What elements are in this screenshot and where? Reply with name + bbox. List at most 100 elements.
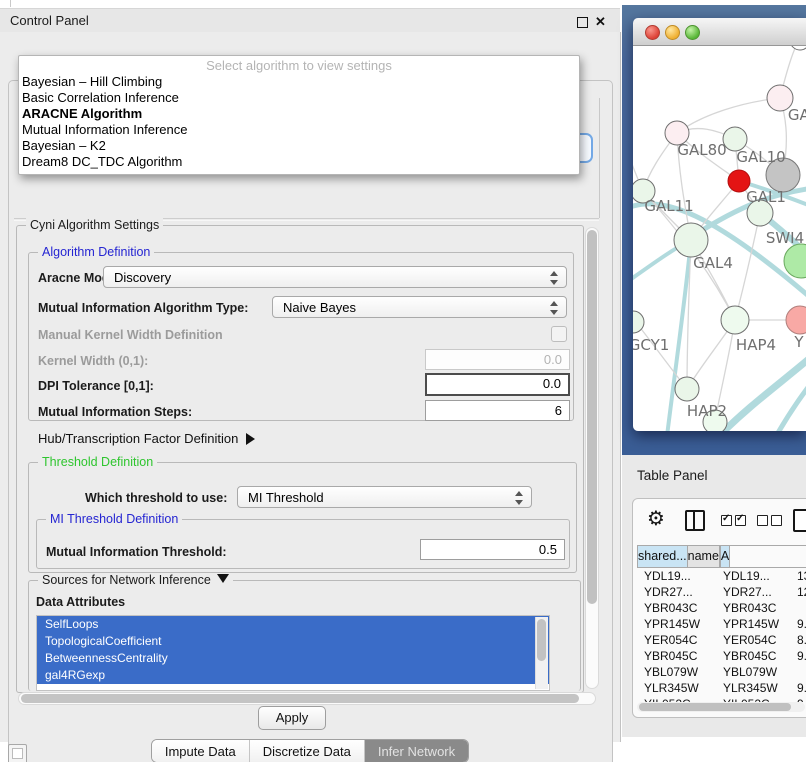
table-row[interactable]: YBL079WYBL079W: [637, 664, 806, 680]
table-header-row: shared... name A: [637, 545, 806, 568]
table-toolbar: ⚙: [633, 499, 806, 541]
mi-algorithm-type-select[interactable]: Naive Bayes: [272, 296, 567, 318]
network-node-label: HAP4: [736, 336, 776, 354]
network-window-titlebar[interactable]: [633, 18, 806, 46]
doc-icon[interactable]: [793, 509, 806, 532]
sources-group-title[interactable]: Sources for Network Inference: [38, 573, 233, 587]
table-row[interactable]: YLR345WYLR345W9.: [637, 680, 806, 696]
mi-threshold-field[interactable]: 0.5: [420, 539, 565, 560]
list-scrollbar[interactable]: [535, 617, 548, 689]
table-row[interactable]: YBR045CYBR045C9.: [637, 648, 806, 664]
network-node-label: GCY1: [633, 336, 669, 354]
manual-kernel-checkbox[interactable]: [551, 326, 567, 342]
dropdown-item[interactable]: Dream8 DC_TDC Algorithm: [19, 154, 582, 170]
hub-section-toggle[interactable]: Hub/Transcription Factor Definition: [38, 431, 255, 446]
float-panel-icon[interactable]: [577, 17, 588, 28]
table-body: YDL19...YDL19...13 YDR27...YDR27...12 YB…: [637, 568, 806, 702]
bottom-tabbar: Impute Data Discretize Data Infer Networ…: [0, 739, 620, 762]
spinner-icon: [515, 490, 524, 506]
mi-steps-label: Mutual Information Steps:: [38, 405, 192, 419]
table-header-cell[interactable]: shared...: [637, 546, 688, 567]
table-row[interactable]: YPR145WYPR145W9.: [637, 616, 806, 632]
control-panel-header: Control Panel ✕: [0, 8, 620, 33]
mi-threshold-label: Mutual Information Threshold:: [46, 545, 227, 559]
dropdown-item-selected[interactable]: ARACNE Algorithm: [19, 106, 582, 122]
table-row[interactable]: YDR27...YDR27...12: [637, 584, 806, 600]
expand-arrow-icon: [246, 433, 255, 445]
which-threshold-select[interactable]: MI Threshold: [237, 486, 532, 508]
dpi-tolerance-label: DPI Tolerance [0,1]:: [38, 379, 154, 393]
dropdown-item[interactable]: Mutual Information Inference: [19, 122, 582, 138]
network-node-label: Y: [793, 333, 804, 351]
group-title: Threshold Definition: [38, 455, 157, 469]
apply-button[interactable]: Apply: [258, 706, 326, 730]
settings-vscrollbar[interactable]: [585, 227, 599, 689]
network-node-gal4[interactable]: [674, 223, 708, 257]
spinner-icon: [550, 300, 559, 316]
table-header-cell[interactable]: name: [688, 546, 720, 567]
group-title: Algorithm Definition: [38, 245, 154, 259]
select-all-icon[interactable]: [721, 515, 746, 526]
network-node[interactable]: [790, 46, 806, 50]
bottom-tab-discretize-data[interactable]: Discretize Data: [249, 740, 364, 762]
list-item[interactable]: gal4RGexp: [37, 667, 549, 684]
network-node-label: GAL80: [677, 141, 726, 159]
panel-corner-icon[interactable]: [8, 744, 27, 762]
node-table: shared... name A YDL19...YDL19...13 YDR2…: [637, 545, 806, 702]
table-header-cell[interactable]: A: [720, 546, 730, 567]
table-row[interactable]: YBR043CYBR043C: [637, 600, 806, 616]
list-item[interactable]: TopologicalCoefficient: [37, 633, 549, 650]
network-node-hap2[interactable]: [675, 377, 699, 401]
network-node-label: SWI4: [766, 229, 804, 247]
list-item[interactable]: SelfLoops: [37, 616, 549, 633]
kernel-width-field[interactable]: 0.0: [425, 349, 570, 370]
list-item[interactable]: BetweennessCentrality: [37, 650, 549, 667]
scrollbar-thumb[interactable]: [21, 694, 579, 703]
scrollbar-thumb[interactable]: [587, 230, 597, 604]
table-panel: ⚙ shared... name A YDL19...YDL19...13 YD…: [632, 498, 806, 718]
which-threshold-label: Which threshold to use:: [85, 491, 227, 505]
network-window[interactable]: GAL GAL80 GAL10 GAL1 GAL11 SWI4 GAL4 GCY…: [633, 18, 806, 431]
network-node-label: HAP2: [687, 402, 727, 420]
spinner-icon: [550, 270, 559, 286]
network-node-label: GAL1: [746, 188, 786, 206]
traffic-light-zoom-icon[interactable]: [685, 25, 700, 40]
close-icon[interactable]: ✕: [595, 14, 606, 30]
cytoscape-desktop: GAL GAL80 GAL10 GAL1 GAL11 SWI4 GAL4 GCY…: [622, 5, 806, 455]
network-node-label: GAL4: [693, 254, 733, 272]
bottom-tab-infer-network[interactable]: Infer Network: [364, 740, 468, 762]
dpi-tolerance-field[interactable]: 0.0: [425, 373, 570, 396]
settings-hscrollbar[interactable]: [18, 692, 596, 705]
network-canvas[interactable]: GAL GAL80 GAL10 GAL1 GAL11 SWI4 GAL4 GCY…: [633, 46, 806, 431]
dropdown-item[interactable]: Bayesian – K2: [19, 138, 582, 154]
split-column-icon[interactable]: [685, 510, 705, 531]
data-attributes-label: Data Attributes: [36, 595, 125, 609]
control-panel-title: Control Panel: [10, 13, 89, 28]
gear-icon[interactable]: ⚙: [647, 506, 665, 530]
table-row[interactable]: YER054CYER054C8.: [637, 632, 806, 648]
table-panel-region: Table Panel ⚙ shared... name A YDL19...Y…: [622, 455, 806, 737]
dropdown-placeholder: Select algorithm to view settings: [19, 58, 579, 73]
scrollbar-thumb[interactable]: [639, 703, 791, 711]
aracne-mode-select[interactable]: Discovery: [103, 266, 567, 288]
hidden-group-border: [599, 98, 600, 218]
data-attributes-list[interactable]: SelfLoops TopologicalCoefficient Between…: [36, 615, 550, 691]
table-hscrollbar[interactable]: [637, 702, 805, 712]
collapse-arrow-icon: [217, 574, 229, 583]
bottom-tab-impute-data[interactable]: Impute Data: [152, 740, 249, 762]
algorithm-dropdown: Select algorithm to view settings Bayesi…: [18, 55, 580, 175]
dropdown-item[interactable]: Basic Correlation Inference: [19, 90, 582, 106]
divider: [10, 0, 11, 7]
network-node-salmon[interactable]: [786, 306, 806, 334]
network-node-bright-green[interactable]: [784, 244, 806, 278]
network-node-hap4[interactable]: [721, 306, 749, 334]
dropdown-item[interactable]: Bayesian – Hill Climbing: [19, 74, 582, 90]
network-node-label: GAL10: [736, 148, 785, 166]
manual-kernel-label: Manual Kernel Width Definition: [38, 328, 223, 342]
table-row[interactable]: YDL19...YDL19...13: [637, 568, 806, 584]
traffic-light-minimize-icon[interactable]: [665, 25, 680, 40]
mi-steps-field[interactable]: 6: [425, 400, 570, 421]
deselect-all-icon[interactable]: [757, 515, 782, 526]
traffic-light-close-icon[interactable]: [645, 25, 660, 40]
screen: Control Panel ✕ Network Style: [0, 0, 806, 762]
